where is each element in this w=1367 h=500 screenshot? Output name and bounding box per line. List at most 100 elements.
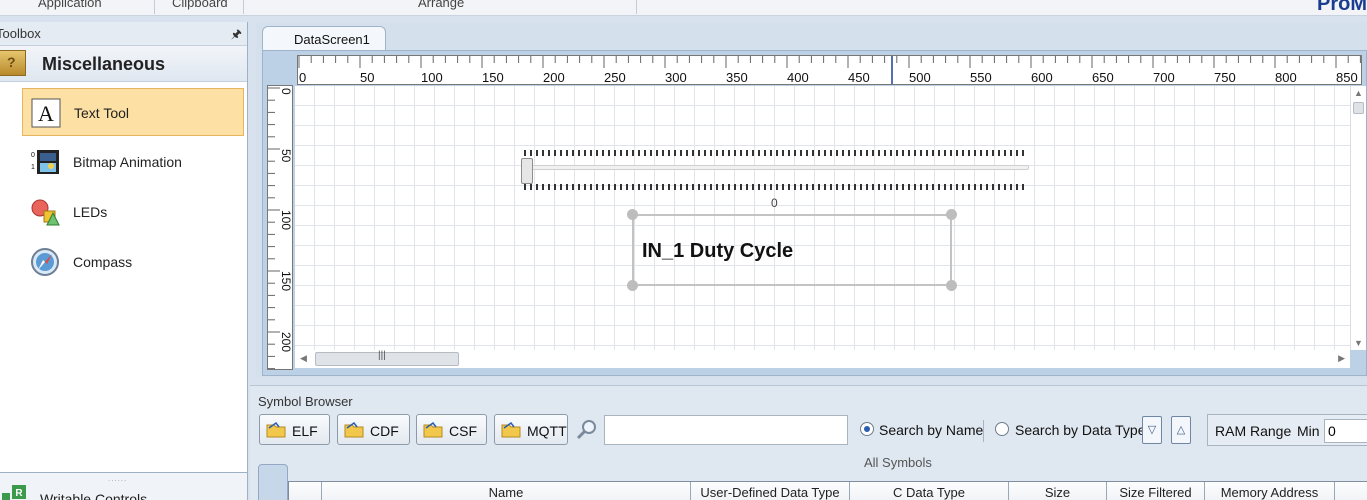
chevrons-up-icon: △ (1176, 424, 1186, 436)
scroll-grip: ||| (378, 350, 386, 361)
all-symbols-label: All Symbols (864, 455, 932, 470)
tab-datascreen1[interactable]: DataScreen1 (262, 26, 386, 50)
toolbox-item-label: LEDs (73, 204, 108, 220)
toolbox-item-compass[interactable]: Compass (22, 238, 244, 286)
slider-value: 0 (771, 196, 778, 210)
folder-icon (344, 422, 364, 438)
column-header-name[interactable]: Name (321, 482, 690, 500)
scroll-left-icon[interactable]: ◀ (300, 353, 307, 364)
ribbon-separator (243, 0, 244, 14)
splitter-grip[interactable]: ...... (108, 474, 127, 483)
min-label: Min (1297, 423, 1320, 439)
ruler-label: 150 (279, 271, 293, 291)
ram-range-label: RAM Range (1215, 423, 1292, 439)
ribbon-group-arrange: Arrange (418, 0, 465, 10)
search-by-name-radio[interactable] (860, 422, 874, 436)
text-tool-icon: A (31, 98, 61, 128)
ruler-label: 600 (1031, 70, 1053, 85)
category-label: Writable Controls (40, 491, 148, 500)
load-csf-button[interactable]: CSF (416, 414, 487, 445)
scroll-thumb[interactable] (1353, 102, 1364, 114)
ribbon-separator (636, 0, 637, 14)
column-header-extra[interactable] (1334, 482, 1367, 500)
leds-icon (31, 199, 60, 226)
ruler-label: 750 (1214, 70, 1236, 85)
toolbox-item-label: Text Tool (74, 105, 129, 121)
resize-handle[interactable] (946, 209, 957, 220)
toolbox-category-writable-controls[interactable]: ...... R Writable Controls (0, 472, 248, 500)
ruler-label: 550 (970, 70, 992, 85)
folder-icon (501, 422, 521, 438)
search-by-name-label[interactable]: Search by Name (879, 422, 983, 438)
folder-icon (266, 422, 286, 438)
canvas-frame: 0 50 100 150 200 250 300 350 400 450 500 550 600 650 7… (262, 50, 1367, 376)
scroll-thumb[interactable]: ||| (315, 350, 459, 366)
column-header-memory-address[interactable]: Memory Address (1204, 482, 1334, 500)
load-cdf-button[interactable]: CDF (337, 414, 410, 445)
ruler-label: 0 (279, 88, 293, 95)
writable-controls-icon: R (2, 485, 26, 500)
ruler-label: 700 (1153, 70, 1175, 85)
ruler-label: 150 (482, 70, 504, 85)
toolbox-panel: Toolbox 🖈 ? Miscellaneous A Text Tool 0 … (0, 22, 248, 472)
button-label: CDF (370, 423, 399, 439)
scroll-right-icon[interactable]: ▶ (1338, 353, 1345, 364)
column-header-size-filtered[interactable]: Size Filtered (1106, 482, 1204, 500)
ruler-label: 200 (543, 70, 565, 85)
slider-thumb[interactable] (521, 158, 533, 184)
symbol-browser-title: Symbol Browser (258, 394, 353, 409)
ram-range-group: RAM Range Min (1207, 414, 1367, 446)
ruler-label: 50 (279, 149, 293, 163)
column-header-c-data-type[interactable]: C Data Type (849, 482, 1008, 500)
tab-label: DataScreen1 (294, 32, 370, 47)
ruler-label: 500 (909, 70, 931, 85)
side-tab[interactable] (258, 464, 288, 500)
pin-icon[interactable]: 🖈 (231, 25, 242, 46)
load-elf-button[interactable]: ELF (259, 414, 330, 445)
search-icon[interactable] (574, 417, 600, 443)
search-by-data-type-label[interactable]: Search by Data Type (1015, 422, 1145, 438)
ribbon-group-application: Application (38, 0, 102, 10)
slider-ticks-bottom (524, 184, 1028, 190)
toolbox-item-bitmap-animation[interactable]: 0 1 Bitmap Animation (22, 138, 244, 186)
horizontal-ruler: 0 50 100 150 200 250 300 350 400 450 500 550 600 650 7… (297, 55, 1362, 85)
button-label: ELF (292, 423, 318, 439)
design-canvas[interactable]: 0 IN_1 Duty Cycle (295, 86, 1350, 350)
toolbox-item-label: Bitmap Animation (73, 154, 182, 170)
scroll-down-icon[interactable]: ▼ (1354, 338, 1363, 348)
ruler-label: 400 (787, 70, 809, 85)
ruler-label: 850 (1336, 70, 1358, 85)
symbol-browser: Symbol Browser ELF CDF CSF MQTT Search b… (250, 385, 1367, 500)
toolbox-item-label: Compass (73, 254, 133, 270)
toolbox-category-label: Miscellaneous (42, 54, 166, 74)
ram-min-input[interactable] (1324, 419, 1367, 443)
resize-handle[interactable] (946, 280, 957, 291)
folder-icon (423, 422, 443, 438)
toolbox-category-miscellaneous[interactable]: ? Miscellaneous (0, 46, 247, 82)
collapse-all-button[interactable]: △ (1171, 416, 1191, 444)
toolbox-item-text-tool[interactable]: A Text Tool (22, 88, 244, 136)
column-header-select[interactable] (289, 482, 321, 500)
load-mqtt-button[interactable]: MQTT (494, 414, 568, 445)
ruler-label: 100 (279, 210, 293, 230)
column-header-size[interactable]: Size (1008, 482, 1106, 500)
horizontal-scrollbar[interactable]: ◀ ||| ▶ (295, 350, 1350, 368)
toolbox-item-leds[interactable]: LEDs (22, 188, 244, 236)
resize-handle[interactable] (627, 280, 638, 291)
search-by-data-type-radio[interactable] (995, 422, 1009, 436)
chevrons-down-icon: ▽ (1147, 424, 1157, 436)
column-header-user-defined-data-type[interactable]: User-Defined Data Type (690, 482, 849, 500)
expand-all-button[interactable]: ▽ (1142, 416, 1162, 444)
ruler-label: 800 (1275, 70, 1297, 85)
symbol-search-input[interactable] (604, 415, 848, 445)
ruler-label: 300 (665, 70, 687, 85)
slider-track[interactable] (525, 165, 1029, 170)
vertical-scrollbar[interactable]: ▲ ▼ (1350, 86, 1366, 350)
resize-handle[interactable] (627, 209, 638, 220)
ruler-label: 650 (1092, 70, 1114, 85)
ruler-label: 350 (726, 70, 748, 85)
ruler-label: 250 (604, 70, 626, 85)
scroll-up-icon[interactable]: ▲ (1354, 88, 1363, 98)
text-label-widget[interactable]: IN_1 Duty Cycle (627, 209, 957, 291)
toolbox-header: Toolbox 🖈 (0, 22, 247, 46)
